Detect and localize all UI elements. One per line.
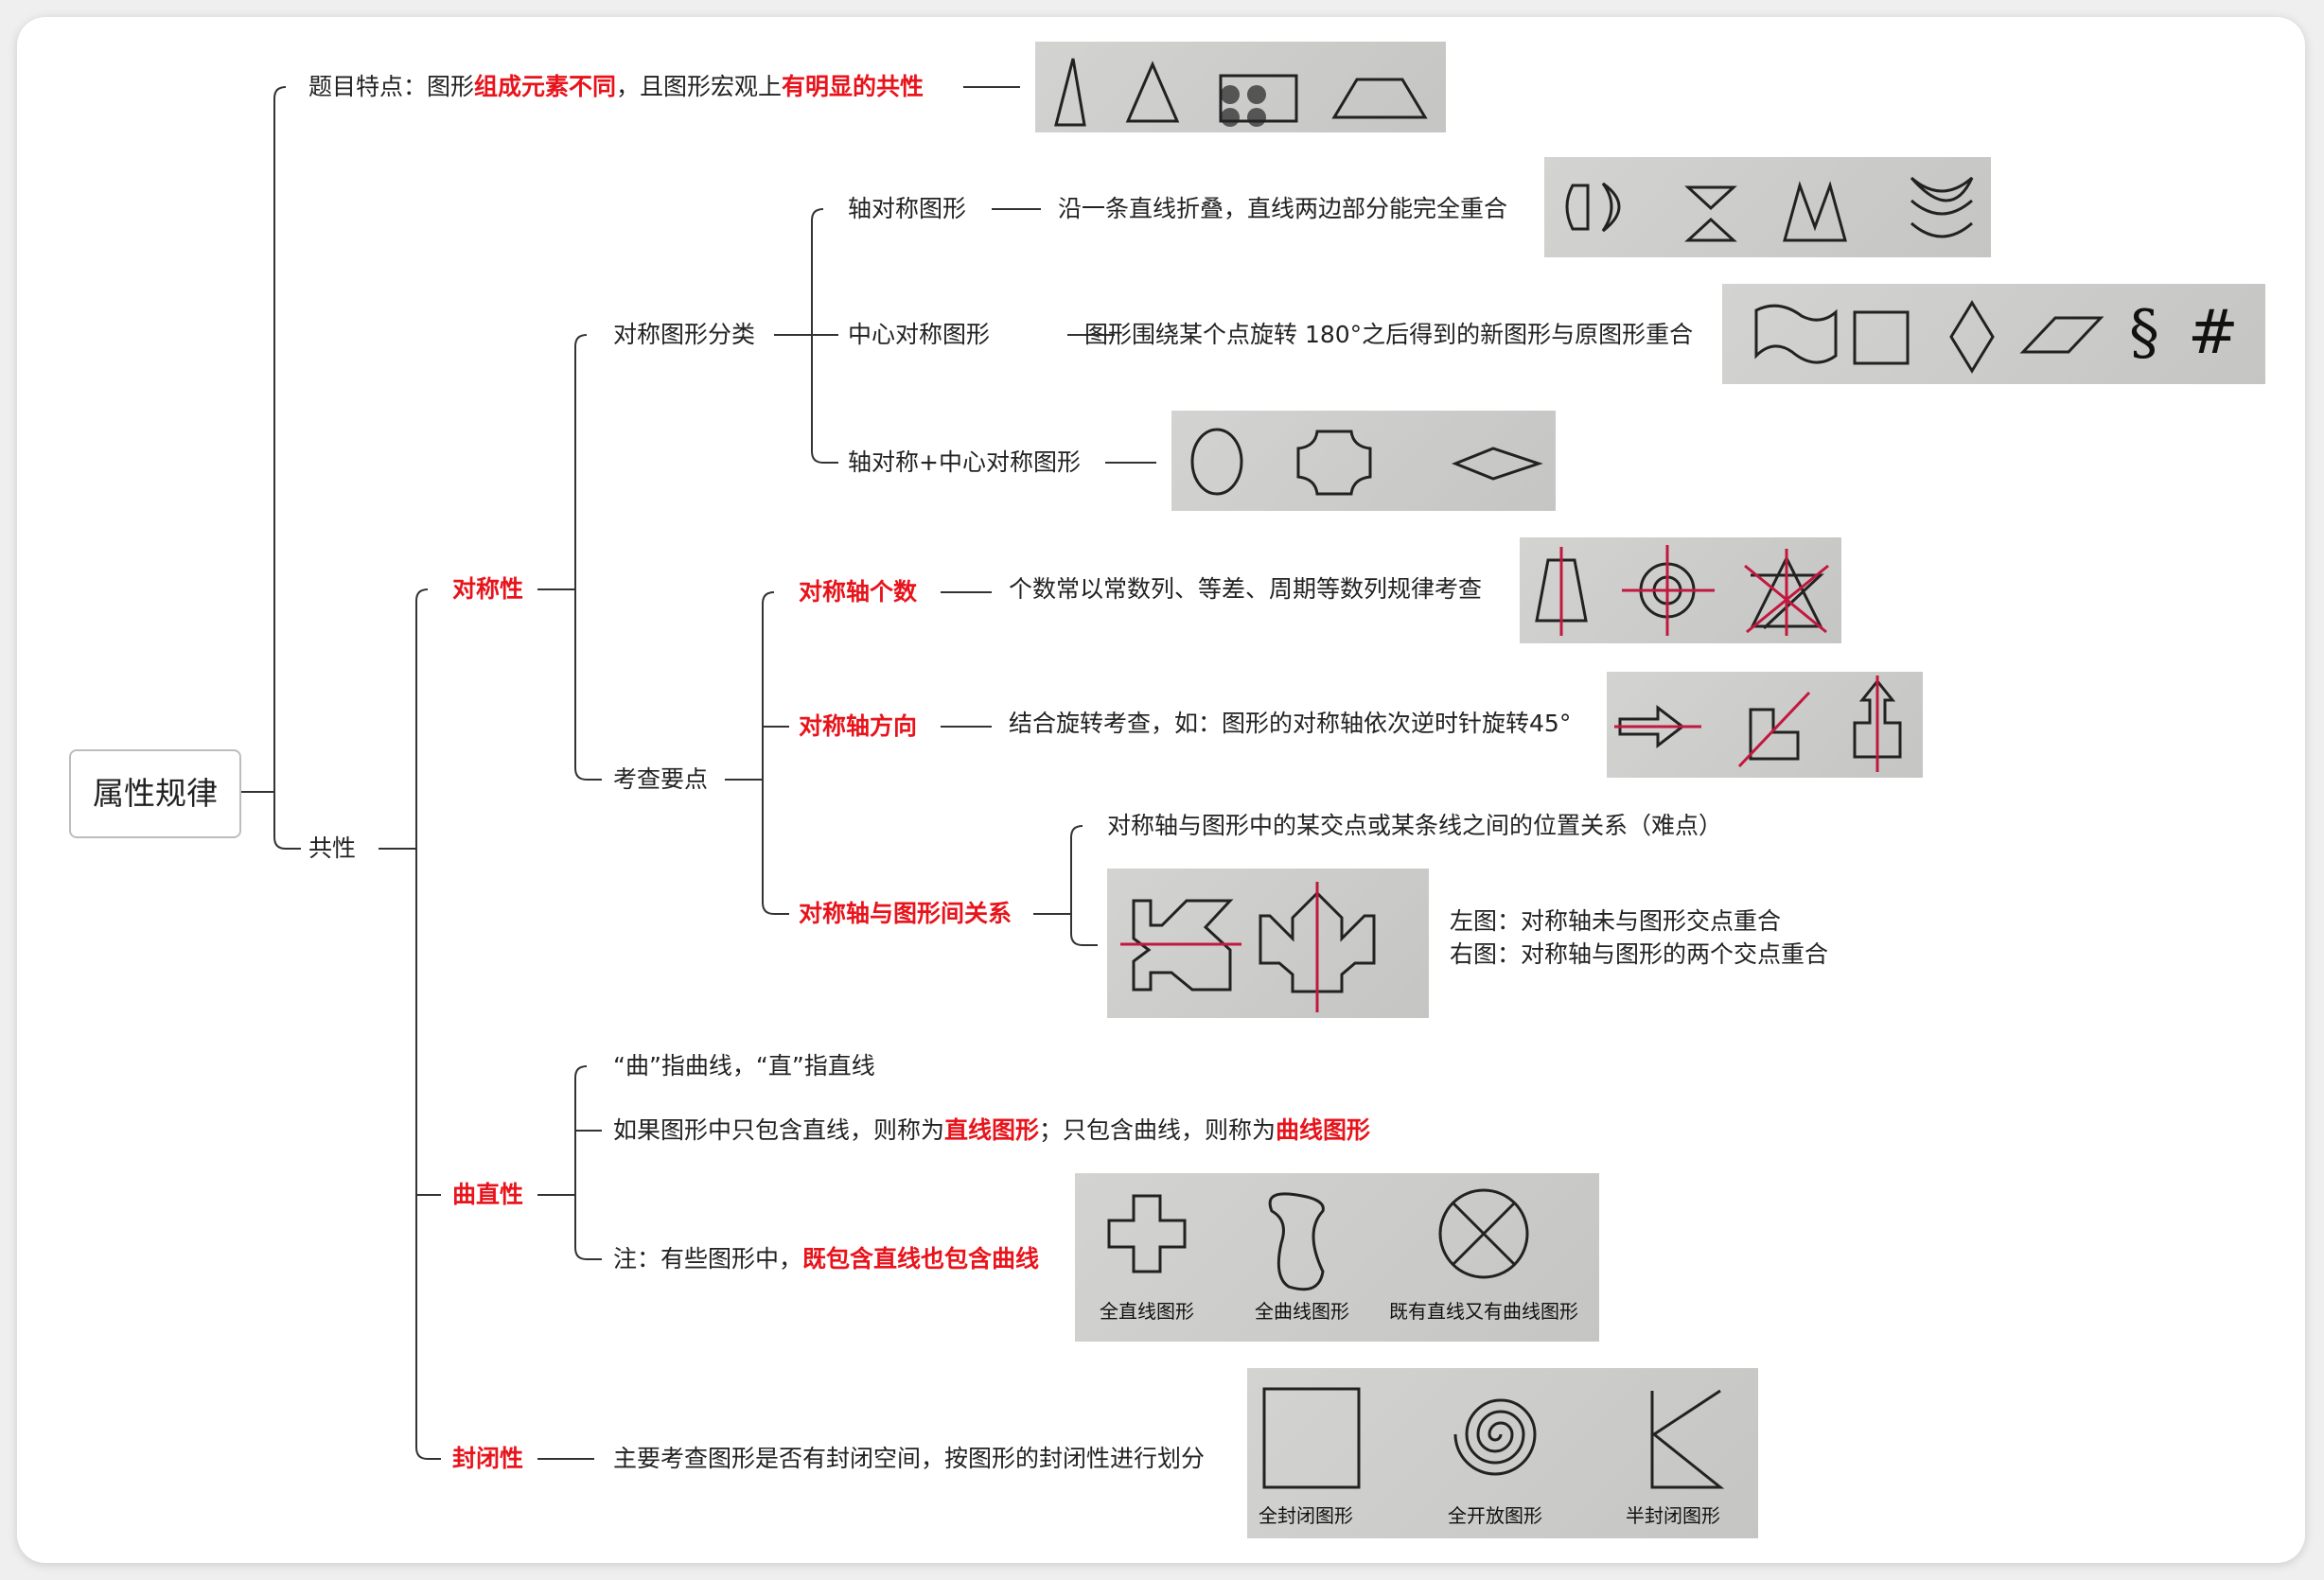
curve-note-1[interactable]: “曲”指曲线，“直”指直线: [613, 1050, 875, 1082]
caption-open: 全开放图形: [1448, 1504, 1542, 1527]
symmetry-node[interactable]: 对称性: [452, 573, 523, 606]
section-sign-icon: §: [2129, 298, 2159, 368]
axial-node[interactable]: 轴对称图形: [848, 193, 966, 225]
feature-mid: ，且图形宏观上: [616, 73, 783, 100]
curve-note-2-prefix: 如果图形中只包含直线，则称为: [613, 1116, 945, 1144]
relation-left-note: 左图：对称轴未与图形交点重合: [1450, 907, 1782, 935]
axis-count-image: [1520, 537, 1841, 643]
feature-highlight-2: 有明显的共性: [782, 73, 924, 100]
both-example-image: [1171, 411, 1556, 511]
axis-direction-image: [1607, 672, 1923, 778]
root-node[interactable]: 属性规律: [69, 749, 241, 838]
closure-desc: 主要考查图形是否有封闭空间，按图形的封闭性进行划分: [613, 1445, 1206, 1472]
feature-prefix: 题目特点：图形: [308, 73, 475, 100]
closure-node[interactable]: 封闭性: [452, 1443, 523, 1475]
curve-note-2[interactable]: 如果图形中只包含直线，则称为直线图形；只包含曲线，则称为曲线图形: [613, 1115, 1370, 1147]
both-node[interactable]: 轴对称+中心对称图形: [848, 447, 1081, 479]
central-example-image: § #: [1722, 284, 2265, 384]
gongxing-node[interactable]: 共性: [308, 833, 356, 865]
central-node[interactable]: 中心对称图形: [848, 319, 990, 351]
axis-count-desc: 个数常以常数列、等差、周期等数列规律考查: [1009, 575, 1483, 603]
closure-example-image: 全封闭图形 全开放图形 半封闭图形: [1247, 1368, 1758, 1538]
mixed-shape-term: 既包含直线也包含曲线: [802, 1245, 1040, 1273]
caption-mixed: 既有直线又有曲线图形: [1389, 1300, 1578, 1323]
curve-note-3[interactable]: 注：有些图形中，既包含直线也包含曲线: [613, 1243, 1039, 1275]
feature-node[interactable]: 题目特点：图形组成元素不同，且图形宏观上有明显的共性: [308, 71, 924, 103]
curve-shape-term: 曲线图形: [1276, 1116, 1371, 1144]
curve-node[interactable]: 曲直性: [452, 1179, 523, 1211]
axial-example-image: [1544, 157, 1991, 257]
axis-direction-node[interactable]: 对称轴方向: [799, 711, 917, 743]
curve-example-image: 全直线图形 全曲线图形 既有直线又有曲线图形: [1075, 1173, 1599, 1342]
axis-relation-desc: 对称轴与图形中的某交点或某条线之间的位置关系（难点）: [1107, 812, 1723, 839]
axial-desc: 沿一条直线折叠，直线两边部分能完全重合: [1058, 195, 1508, 222]
curve-note-2-mid: ；只包含曲线，则称为: [1039, 1116, 1276, 1144]
line-shape-term: 直线图形: [944, 1116, 1040, 1144]
central-desc: 图形围绕某个点旋转 180°之后得到的新图形与原图形重合: [1084, 321, 1694, 348]
curve-note-3-prefix: 注：有些图形中，: [613, 1245, 803, 1273]
caption-all-straight: 全直线图形: [1100, 1300, 1194, 1323]
relation-right-note: 右图：对称轴与图形的两个交点重合: [1450, 940, 1829, 968]
feature-example-image: [1035, 42, 1446, 132]
axis-direction-desc: 结合旋转考查，如：图形的对称轴依次逆时针旋转45°: [1009, 710, 1572, 737]
axis-count-node[interactable]: 对称轴个数: [799, 576, 917, 608]
classify-node[interactable]: 对称图形分类: [613, 319, 755, 351]
feature-highlight-1: 组成元素不同: [474, 73, 617, 100]
axis-relation-node[interactable]: 对称轴与图形间关系: [799, 898, 1012, 930]
keypoints-node[interactable]: 考查要点: [613, 764, 708, 796]
caption-all-curve: 全曲线图形: [1255, 1300, 1349, 1323]
caption-half-closed: 半封闭图形: [1626, 1504, 1720, 1527]
axis-relation-image: [1107, 869, 1429, 1018]
caption-closed: 全封闭图形: [1259, 1504, 1353, 1527]
hash-sign-icon: #: [2188, 298, 2239, 368]
